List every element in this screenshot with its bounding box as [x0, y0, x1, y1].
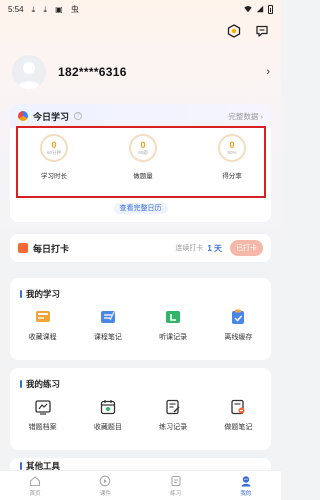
- checked-in-button[interactable]: 已打卡: [230, 240, 263, 256]
- stat-label: 得分率: [222, 173, 242, 180]
- today-study-title: 今日学习: [33, 111, 70, 122]
- today-study-card: 今日学习 ? 完整数据 › 0 60分钟 学习时长 0 60题 做题量 0 60…: [10, 104, 271, 222]
- stat-unit: 60分钟: [46, 150, 61, 155]
- grid-item-label: 离线缓存: [224, 334, 253, 341]
- grid-item-listen-record[interactable]: 听课记录: [141, 308, 206, 342]
- cellular-signal-icon: [256, 5, 264, 13]
- tab-label: 练习: [170, 490, 182, 497]
- tab-label: 首页: [29, 490, 41, 497]
- grid-item-label: 做题笔记: [224, 424, 253, 431]
- status-time: 5:54: [8, 4, 24, 14]
- grid-item-practice-record[interactable]: 练习记录: [141, 398, 206, 432]
- user-icon: [241, 475, 251, 486]
- view-calendar-link[interactable]: 查看完整日历: [10, 203, 271, 214]
- grid-item-label: 错题档案: [28, 424, 57, 431]
- my-practice-section: 我的练习 错题档案 收藏题目 练习记录 做题笔记: [10, 368, 271, 450]
- stat-value: 0: [229, 140, 235, 150]
- grid-item-course-bookmark[interactable]: 收藏课程: [10, 308, 75, 342]
- bookmarked-questions-icon: [100, 400, 116, 415]
- section-accent-bar: [20, 462, 22, 470]
- grid-item-bookmarked-questions[interactable]: 收藏题目: [75, 398, 140, 432]
- stat-score-rate[interactable]: 0 60% 得分率: [202, 134, 262, 180]
- tab-label: 课件: [99, 490, 111, 497]
- tab-mine[interactable]: 我的: [211, 471, 281, 500]
- today-study-header: 今日学习 ? 完整数据 ›: [10, 104, 271, 128]
- my-practice-title-row: 我的练习: [20, 378, 60, 390]
- status-bar: 5:54 ⤓ ⤓ ▣ 虫: [0, 0, 281, 18]
- tab-home[interactable]: 首页: [0, 471, 70, 500]
- grid-item-label: 课程笔记: [93, 334, 122, 341]
- tab-label: 我的: [240, 490, 252, 497]
- course-bookmark-icon: [35, 311, 50, 322]
- wrong-questions-icon: [34, 400, 51, 415]
- battery-icon: [268, 4, 273, 14]
- grid-item-label: 收藏课程: [28, 334, 57, 341]
- grid-item-question-notes[interactable]: 做题笔记: [206, 398, 271, 432]
- full-data-link[interactable]: 完整数据 ›: [228, 111, 263, 122]
- play-circle-icon: [100, 475, 111, 486]
- profile-row[interactable]: 182****6316 ›: [12, 54, 270, 90]
- stat-unit: 60题: [138, 150, 148, 155]
- grid-item-offline-cache[interactable]: 离线缓存: [206, 308, 271, 342]
- stat-question-count[interactable]: 0 60题 做题量: [113, 134, 173, 180]
- listen-record-icon: [166, 311, 181, 323]
- stat-study-time[interactable]: 0 60分钟 学习时长: [24, 134, 84, 180]
- calendar-checkin-icon: [18, 243, 28, 253]
- stat-ring: 0 60题: [129, 134, 157, 162]
- section-accent-bar: [20, 290, 22, 298]
- tab-practice[interactable]: 练习: [141, 471, 211, 500]
- checkin-streak-label: 连续打卡: [175, 245, 204, 252]
- stat-unit: 60%: [227, 150, 237, 155]
- view-calendar-label[interactable]: 查看完整日历: [113, 203, 168, 214]
- stat-ring: 0 60%: [218, 134, 246, 162]
- stat-value: 0: [140, 140, 146, 150]
- practice-record-icon: [166, 399, 180, 415]
- status-notification-icons: ⤓ ⤓ ▣ 虫: [31, 4, 82, 14]
- grid-item-label: 听课记录: [159, 334, 188, 341]
- grid-item-label: 收藏题目: [93, 424, 122, 431]
- my-study-title-row: 我的学习: [20, 288, 60, 300]
- help-icon[interactable]: ?: [74, 112, 83, 120]
- question-notes-icon: [231, 399, 245, 415]
- study-logo-icon: [18, 111, 28, 121]
- stat-label: 做题量: [133, 173, 153, 180]
- user-phone: 182****6316: [58, 65, 127, 79]
- daily-checkin-title: 每日打卡: [33, 243, 70, 254]
- course-notes-icon: [100, 311, 115, 323]
- my-study-title: 我的学习: [26, 289, 61, 299]
- my-practice-title: 我的练习: [26, 379, 61, 389]
- grid-item-label: 练习记录: [159, 424, 188, 431]
- settings-hexagon-icon[interactable]: [227, 24, 241, 38]
- avatar[interactable]: [12, 55, 46, 89]
- study-stats-highlight: 0 60分钟 学习时长 0 60题 做题量 0 60% 得分率: [16, 126, 266, 198]
- home-icon: [30, 475, 41, 486]
- checkin-streak-days: 1 天: [207, 243, 222, 253]
- daily-checkin-card: 每日打卡 连续打卡 1 天 已打卡: [10, 234, 271, 262]
- chevron-right-icon[interactable]: ›: [266, 66, 270, 78]
- stat-value: 0: [51, 140, 57, 150]
- wifi-icon: [244, 6, 252, 13]
- offline-cache-icon: [232, 309, 245, 324]
- stat-ring: 0 60分钟: [40, 134, 68, 162]
- stat-label: 学习时长: [41, 173, 67, 180]
- my-study-section: 我的学习 收藏课程 课程笔记 听课记录 离线缓存: [10, 278, 271, 360]
- section-accent-bar: [20, 380, 22, 388]
- practice-icon: [171, 475, 181, 486]
- tab-courseware[interactable]: 课件: [70, 471, 140, 500]
- bottom-tab-bar: 首页 课件 练习 我的: [0, 470, 281, 500]
- grid-item-course-notes[interactable]: 课程笔记: [75, 308, 140, 342]
- grid-item-wrong-questions[interactable]: 错题档案: [10, 398, 75, 432]
- message-icon[interactable]: [255, 24, 269, 38]
